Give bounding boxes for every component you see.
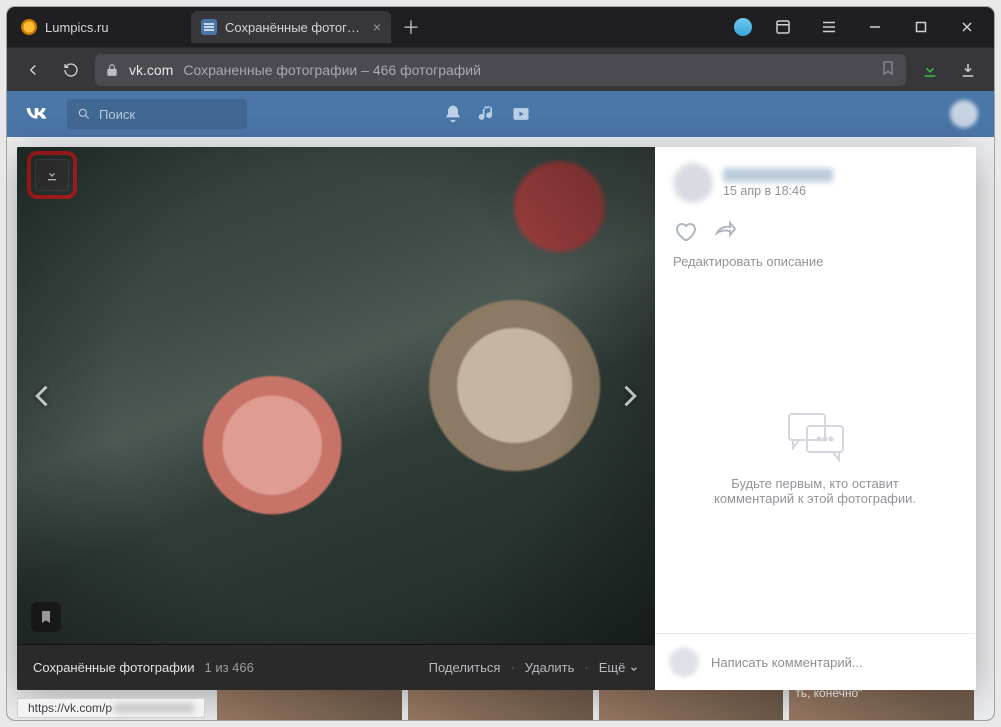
video-play-icon[interactable] xyxy=(511,104,531,124)
photo-sidebar: 15 апр в 18:46 Редактировать описание xyxy=(655,147,975,690)
vk-search-placeholder: Поиск xyxy=(99,107,135,122)
share-action-button[interactable] xyxy=(713,219,737,248)
window-close-button[interactable] xyxy=(944,7,990,47)
close-tab-icon[interactable]: × xyxy=(373,20,381,34)
music-icon[interactable] xyxy=(477,104,497,124)
photo-viewer-footer: Сохранённые фотографии 1 из 466 Поделить… xyxy=(17,644,655,690)
comment-input[interactable]: Написать комментарий... xyxy=(709,646,961,678)
like-button[interactable] xyxy=(673,219,697,248)
vk-logo-icon[interactable] xyxy=(23,100,51,128)
page-content: Поиск Страница на vk.com "после еды надо… xyxy=(7,91,994,720)
window-maximize-button[interactable] xyxy=(898,7,944,47)
bookmark-icon[interactable] xyxy=(880,60,896,79)
tab-title: Сохранённые фотограф xyxy=(225,20,365,35)
address-bar[interactable]: vk.com Сохраненные фотографии – 466 фото… xyxy=(95,54,906,86)
edit-description-link[interactable]: Редактировать описание xyxy=(655,254,975,283)
photo-prev-button[interactable] xyxy=(23,376,63,416)
delete-button[interactable]: Удалить xyxy=(525,660,575,675)
search-icon xyxy=(77,107,91,121)
empty-comments-text: комментарий к этой фотографии. xyxy=(714,491,916,506)
reader-mode-icon[interactable] xyxy=(760,7,806,47)
tab-lumpics[interactable]: Lumpics.ru xyxy=(11,11,191,43)
photo-actions-row xyxy=(655,207,975,254)
comments-empty-icon xyxy=(783,410,847,462)
browser-menu-icon[interactable] xyxy=(806,7,852,47)
comments-empty-state: Будьте первым, кто оставит комментарий к… xyxy=(655,283,975,633)
comment-placeholder: Написать комментарий... xyxy=(711,655,863,670)
browser-profile-icon[interactable] xyxy=(734,18,752,36)
lumpics-favicon-icon xyxy=(21,19,37,35)
browser-reload-button[interactable] xyxy=(57,56,85,84)
photo-viewer: Сохранённые фотографии 1 из 466 Поделить… xyxy=(17,147,655,690)
empty-comments-text: Будьте первым, кто оставит xyxy=(714,476,916,491)
comment-user-avatar xyxy=(669,647,699,677)
user-avatar[interactable] xyxy=(950,100,978,128)
photo-next-button[interactable] xyxy=(609,376,649,416)
browser-tab-strip: Lumpics.ru Сохранённые фотограф × ＋ xyxy=(7,7,994,47)
vk-favicon-icon xyxy=(201,19,217,35)
album-name[interactable]: Сохранённые фотографии xyxy=(33,660,194,675)
comment-input-row: Написать комментарий... xyxy=(655,633,975,690)
author-name[interactable] xyxy=(723,168,833,182)
annotation-highlight-box xyxy=(27,151,77,199)
vk-top-icons xyxy=(443,104,531,124)
share-button[interactable]: Поделиться xyxy=(429,660,501,675)
photo-date: 15 апр в 18:46 xyxy=(723,184,833,198)
photo-image[interactable] xyxy=(17,147,655,644)
new-tab-button[interactable]: ＋ xyxy=(397,13,425,41)
photo-viewer-modal: Сохранённые фотографии 1 из 466 Поделить… xyxy=(17,147,976,690)
tab-vk-photos[interactable]: Сохранённые фотограф × xyxy=(191,11,391,43)
photo-counter: 1 из 466 xyxy=(204,660,253,675)
vk-search-input[interactable]: Поиск xyxy=(67,99,247,129)
download-extension-icon[interactable] xyxy=(916,56,944,84)
download-photo-button[interactable] xyxy=(35,159,69,191)
notifications-icon[interactable] xyxy=(443,104,463,124)
address-domain: vk.com xyxy=(129,62,173,78)
browser-back-button[interactable] xyxy=(19,56,47,84)
address-path: Сохраненные фотографии – 466 фотографий xyxy=(183,62,481,78)
browser-url-bar: vk.com Сохраненные фотографии – 466 фото… xyxy=(7,47,994,91)
author-section: 15 апр в 18:46 xyxy=(655,147,975,207)
photo-bookmark-button[interactable] xyxy=(31,602,61,632)
browser-status-bar: https://vk.com/p xyxy=(17,698,205,718)
author-avatar[interactable] xyxy=(673,163,713,203)
status-url-blurred xyxy=(114,703,194,713)
downloads-icon[interactable] xyxy=(954,56,982,84)
status-url: https://vk.com/p xyxy=(28,701,112,715)
more-button[interactable]: Ещё xyxy=(599,660,639,675)
vk-header-bar: Поиск xyxy=(7,91,994,137)
lock-icon xyxy=(105,63,119,77)
window-minimize-button[interactable] xyxy=(852,7,898,47)
tab-title: Lumpics.ru xyxy=(45,20,181,35)
